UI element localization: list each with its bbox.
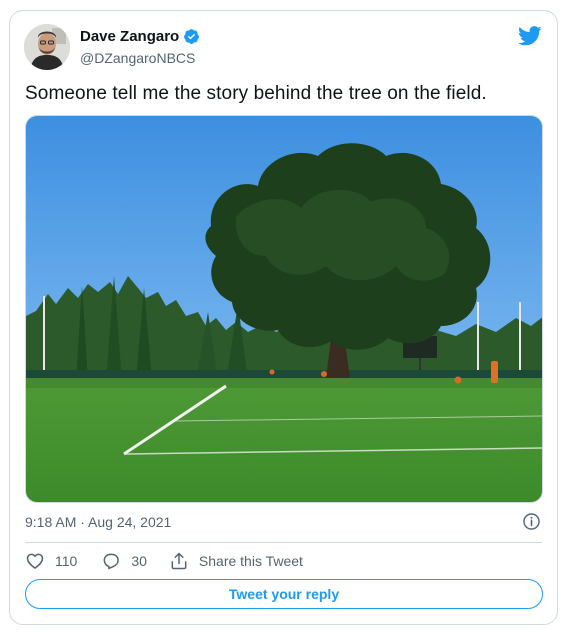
tweet-timestamp[interactable]: 9:18 AM · Aug 24, 2021	[25, 514, 171, 530]
tweet-card: Dave Zangaro @DZangaroNBCS Someone tell …	[9, 10, 558, 625]
like-button[interactable]: 110	[25, 551, 77, 571]
author-name-row[interactable]: Dave Zangaro	[80, 28, 200, 45]
reply-button[interactable]: 30	[101, 551, 147, 571]
tweet-photo[interactable]	[25, 115, 543, 503]
divider	[25, 542, 542, 543]
like-count: 110	[55, 553, 78, 569]
reply-bubble-icon	[103, 553, 120, 570]
author-handle[interactable]: @DZangaroNBCS	[80, 50, 195, 66]
tweet-actions: 110 30 Share this Tweet	[25, 550, 303, 572]
share-button[interactable]: Share this Tweet	[169, 551, 303, 571]
avatar[interactable]	[24, 24, 70, 70]
reply-count: 30	[131, 553, 147, 569]
author-name[interactable]: Dave Zangaro	[80, 28, 179, 45]
tweet-your-reply-button[interactable]: Tweet your reply	[25, 579, 543, 609]
info-icon[interactable]	[522, 512, 541, 531]
twitter-bird-icon[interactable]	[518, 26, 542, 46]
share-label: Share this Tweet	[198, 553, 303, 569]
verified-badge-icon	[184, 29, 200, 44]
share-icon	[171, 552, 187, 570]
heart-icon	[26, 553, 44, 569]
tweet-text: Someone tell me the story behind the tre…	[25, 83, 487, 104]
